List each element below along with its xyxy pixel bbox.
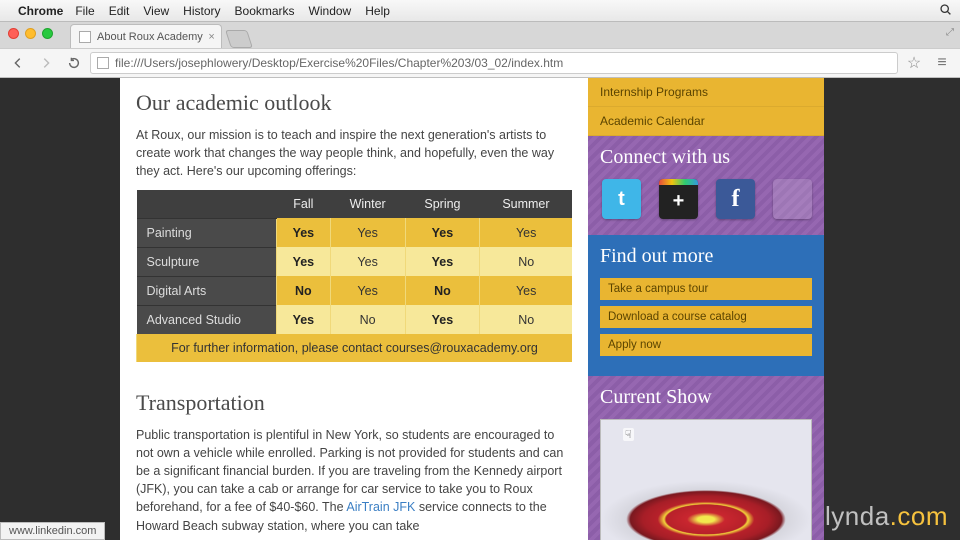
menu-view[interactable]: View [143, 4, 169, 18]
sidebar-item-internship[interactable]: Internship Programs [588, 78, 824, 107]
spotlight-icon[interactable] [939, 3, 952, 19]
th-summer: Summer [480, 190, 572, 218]
window-traffic-lights [8, 28, 53, 39]
cell: No [405, 276, 480, 305]
mac-menubar: Chrome File Edit View History Bookmarks … [0, 0, 960, 22]
favicon-icon [79, 31, 91, 43]
tab-close-icon[interactable]: × [208, 31, 214, 43]
table-row: Painting Yes Yes Yes Yes [137, 218, 573, 247]
twitter-icon[interactable]: t [602, 179, 641, 219]
link-apply-now[interactable]: Apply now [600, 334, 812, 356]
cell: Yes [330, 276, 405, 305]
cell: Yes [277, 305, 331, 334]
url-text: file:///Users/josephlowery/Desktop/Exerc… [115, 56, 563, 70]
cell: Yes [330, 218, 405, 247]
table-row: Sculpture Yes Yes Yes No [137, 247, 573, 276]
sidebar-item-calendar[interactable]: Academic Calendar [588, 107, 824, 136]
social-placeholder-icon [773, 179, 812, 219]
googleplus-icon[interactable]: + [659, 179, 698, 219]
paragraph-outlook: At Roux, our mission is to teach and ins… [136, 126, 572, 180]
tab-title: About Roux Academy [97, 31, 203, 43]
tab-bar: About Roux Academy × ⤢ [0, 22, 960, 48]
heading-transportation: Transportation [136, 390, 572, 416]
cell: Yes [405, 218, 480, 247]
paragraph-transportation: Public transportation is plentiful in Ne… [136, 426, 572, 535]
cell: Yes [330, 247, 405, 276]
footer-email: courses@rouxacademy.org [386, 341, 538, 355]
window-close-button[interactable] [8, 28, 19, 39]
row-label: Painting [137, 218, 277, 247]
main-content: Our academic outlook At Roux, our missio… [120, 78, 588, 540]
th-spring: Spring [405, 190, 480, 218]
status-bar: www.linkedin.com [0, 522, 105, 540]
menu-edit[interactable]: Edit [109, 4, 130, 18]
cell: No [480, 305, 572, 334]
menu-help[interactable]: Help [365, 4, 390, 18]
link-course-catalog[interactable]: Download a course catalog [600, 306, 812, 328]
active-app-name[interactable]: Chrome [18, 4, 63, 18]
table-row: Digital Arts No Yes No Yes [137, 276, 573, 305]
row-label: Digital Arts [137, 276, 277, 305]
page-viewport: Our academic outlook At Roux, our missio… [0, 78, 960, 540]
current-show-widget: Current Show ☟ [588, 376, 824, 540]
cell: Yes [480, 218, 572, 247]
find-out-more-widget: Find out more Take a campus tour Downloa… [588, 235, 824, 376]
cell: No [277, 276, 331, 305]
th-winter: Winter [330, 190, 405, 218]
cell: Yes [405, 247, 480, 276]
course-offerings-table: Fall Winter Spring Summer Painting Yes Y… [136, 190, 572, 362]
cell: Yes [405, 305, 480, 334]
browser-tab[interactable]: About Roux Academy × [70, 24, 222, 48]
cell: Yes [277, 247, 331, 276]
table-footer: For further information, please contact … [137, 334, 573, 362]
cell: No [330, 305, 405, 334]
facebook-icon[interactable]: f [716, 179, 755, 219]
find-title: Find out more [600, 245, 812, 268]
current-show-image[interactable]: ☟ [600, 419, 812, 540]
window-zoom-button[interactable] [42, 28, 53, 39]
menu-file[interactable]: File [75, 4, 94, 18]
chrome-window: About Roux Academy × ⤢ file:///Users/jos… [0, 22, 960, 540]
window-minimize-button[interactable] [25, 28, 36, 39]
sidebar-nav: Internship Programs Academic Calendar [588, 78, 824, 136]
row-label: Sculpture [137, 247, 277, 276]
address-bar[interactable]: file:///Users/josephlowery/Desktop/Exerc… [90, 52, 898, 74]
back-button[interactable] [6, 52, 30, 74]
window-expand-icon[interactable]: ⤢ [946, 27, 954, 38]
th-fall: Fall [277, 190, 331, 218]
menu-bookmarks[interactable]: Bookmarks [235, 4, 295, 18]
row-label: Advanced Studio [137, 305, 277, 334]
cell: Yes [480, 276, 572, 305]
th-blank [137, 190, 277, 218]
reload-button[interactable] [62, 52, 86, 74]
current-show-title: Current Show [600, 386, 812, 409]
heading-academic-outlook: Our academic outlook [136, 90, 572, 116]
hand-cursor-icon: ☟ [623, 428, 634, 441]
link-campus-tour[interactable]: Take a campus tour [600, 278, 812, 300]
new-tab-button[interactable] [225, 30, 253, 48]
airtrain-link[interactable]: AirTrain JFK [346, 500, 415, 514]
watermark: lynda.com [825, 501, 948, 532]
menu-history[interactable]: History [183, 4, 220, 18]
browser-toolbar: file:///Users/josephlowery/Desktop/Exerc… [0, 48, 960, 78]
sidebar: Internship Programs Academic Calendar Co… [588, 78, 824, 540]
cell: Yes [277, 218, 331, 247]
connect-widget: Connect with us t + f [588, 136, 824, 235]
table-row: Advanced Studio Yes No Yes No [137, 305, 573, 334]
connect-title: Connect with us [600, 146, 812, 169]
menu-window[interactable]: Window [309, 4, 352, 18]
bookmark-star-icon[interactable]: ☆ [902, 52, 926, 74]
forward-button[interactable] [34, 52, 58, 74]
chrome-menu-icon[interactable]: ≡ [930, 52, 954, 74]
cell: No [480, 247, 572, 276]
page-icon [97, 57, 109, 69]
